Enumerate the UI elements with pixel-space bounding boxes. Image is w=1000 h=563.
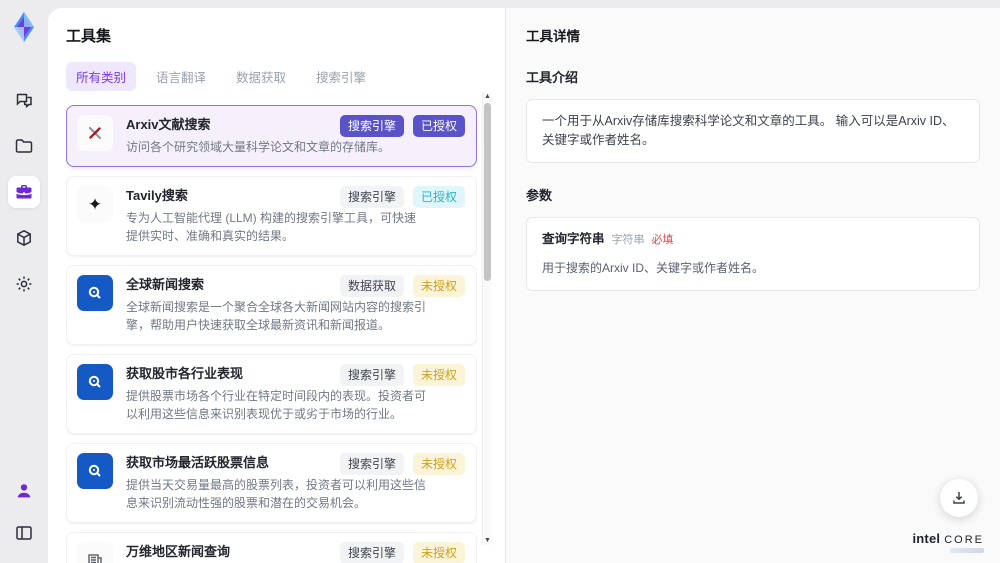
chat-icon [16, 93, 32, 109]
left-sidebar [0, 0, 48, 563]
category-tab[interactable]: 所有类别 [66, 62, 137, 91]
scroll-down-arrow[interactable]: ▼ [483, 536, 492, 545]
sidebar-nav [8, 84, 40, 300]
auth-status-badge: 已授权 [412, 115, 465, 137]
list-scrollbar[interactable]: ▲ ▼ [482, 92, 491, 545]
briefcase-icon [16, 185, 32, 199]
param-header: 查询字符串 字符串 必填 [542, 230, 964, 250]
sidebar-item-settings[interactable] [8, 268, 40, 300]
main-panel: 工具集 所有类别 语言翻译 数据获取 搜索引擎 Arxiv文献搜索 访问各个研究… [48, 8, 1000, 563]
tavily-star-icon: ✦ [87, 194, 103, 214]
download-icon [953, 492, 965, 504]
param-type: 字符串 [611, 234, 645, 246]
news-search-icon [88, 464, 101, 477]
sidebar-item-tools[interactable] [8, 176, 40, 208]
sidebar-item-panel-toggle[interactable] [8, 517, 40, 549]
tool-description: 提供当天交易量最高的股票列表，投资者可以利用这些信息来识别流动性强的股票和潜在的… [126, 478, 427, 510]
auth-status-badge: 未授权 [412, 275, 465, 297]
sidebar-item-user[interactable] [8, 475, 40, 507]
news-search-icon [88, 375, 101, 388]
tool-icon [77, 453, 113, 489]
tool-icon [77, 275, 113, 311]
tool-description: 提供股票市场各个行业在特定时间段内的表现。投资者可以利用这些信息来识别表现优于或… [126, 389, 427, 421]
page-title: 工具集 [66, 28, 112, 45]
intel-logo-sub-badge [950, 548, 984, 553]
gem-logo-icon [14, 12, 34, 42]
sidebar-item-chat[interactable] [8, 84, 40, 116]
intro-card: 一个用于从Arxiv存储库搜索科学论文和文章的工具。 输入可以是Arxiv ID… [526, 99, 980, 163]
category-badge: 搜索引擎 [339, 115, 404, 137]
detail-title: 工具详情 [526, 29, 580, 44]
params-heading: 参数 [526, 188, 553, 203]
arxiv-icon [89, 127, 101, 139]
intel-wordmark: intel [912, 531, 941, 546]
category-badge: 搜索引擎 [339, 542, 404, 563]
panel-toggle-icon [16, 526, 32, 540]
auth-status-badge: 未授权 [412, 453, 465, 475]
cube-icon [17, 229, 31, 247]
category-badge: 搜索引擎 [339, 453, 404, 475]
intro-heading: 工具介绍 [526, 70, 579, 85]
newspaper-icon [88, 554, 102, 563]
tool-badges: 搜索引擎 未授权 [339, 453, 465, 475]
category-badge: 搜索引擎 [339, 186, 404, 208]
tool-badges: 数据获取 未授权 [339, 275, 465, 297]
tool-icon: ✦ [77, 186, 113, 222]
category-tab[interactable]: 数据获取 [226, 62, 296, 91]
category-tab[interactable]: 搜索引擎 [306, 62, 376, 91]
user-icon [17, 484, 31, 498]
tool-card[interactable]: 获取股市各行业表现 提供股票市场各个行业在特定时间段内的表现。投资者可以利用这些… [66, 354, 477, 434]
scroll-up-arrow[interactable]: ▲ [483, 92, 492, 101]
param-name: 查询字符串 [542, 232, 605, 246]
download-button[interactable] [940, 479, 978, 517]
category-tabs: 所有类别 语言翻译 数据获取 搜索引擎 [66, 62, 477, 91]
tool-card[interactable]: ✦ Tavily搜索 专为人工智能代理 (LLM) 构建的搜索引擎工具，可快速提… [66, 176, 477, 256]
tool-description: 全球新闻搜索是一个聚合全球各大新闻网站内容的搜索引擎，帮助用户快速获取全球最新资… [126, 300, 427, 332]
tool-description: 访问各个研究领域大量科学论文和文章的存储库。 [126, 140, 391, 154]
tool-card[interactable]: Arxiv文献搜索 访问各个研究领域大量科学论文和文章的存储库。 搜索引擎 已授… [66, 105, 477, 167]
core-wordmark: CORE [944, 534, 984, 546]
scrollbar-thumb[interactable] [484, 103, 491, 281]
auth-status-badge: 未授权 [412, 364, 465, 386]
tool-badges: 搜索引擎 已授权 [339, 186, 465, 208]
param-desc: 用于搜索的Arxiv ID、关键字或作者姓名。 [542, 261, 765, 275]
auth-status-badge: 未授权 [412, 542, 465, 563]
sidebar-item-models[interactable] [8, 222, 40, 254]
sidebar-bottom [8, 475, 40, 549]
tool-list-panel: 工具集 所有类别 语言翻译 数据获取 搜索引擎 Arxiv文献搜索 访问各个研究… [48, 8, 505, 563]
intel-core-logo: intel CORE [912, 531, 984, 553]
tool-icon [77, 115, 113, 151]
sidebar-item-files[interactable] [8, 130, 40, 162]
tool-card[interactable]: 万维地区新闻查询 查询具体行政区划内的新闻，快速了解各地新闻动 搜索引擎 未授权 [66, 532, 477, 563]
tool-icon [77, 542, 113, 563]
param-card: 查询字符串 字符串 必填 用于搜索的Arxiv ID、关键字或作者姓名。 [526, 217, 980, 291]
intro-text: 一个用于从Arxiv存储库搜索科学论文和文章的工具。 输入可以是Arxiv ID… [542, 114, 955, 147]
gear-icon [16, 276, 32, 292]
param-required-badge: 必填 [651, 234, 674, 246]
news-search-icon [88, 286, 101, 299]
category-tab[interactable]: 语言翻译 [146, 62, 216, 91]
tool-list: Arxiv文献搜索 访问各个研究领域大量科学论文和文章的存储库。 搜索引擎 已授… [66, 105, 477, 563]
category-badge: 搜索引擎 [339, 364, 404, 386]
tool-detail-panel: 工具详情 工具介绍 一个用于从Arxiv存储库搜索科学论文和文章的工具。 输入可… [505, 8, 1000, 563]
tool-badges: 搜索引擎 未授权 [339, 364, 465, 386]
tool-description: 专为人工智能代理 (LLM) 构建的搜索引擎工具，可快速提供实时、准确和真实的结… [126, 211, 417, 243]
category-badge: 数据获取 [339, 275, 404, 297]
tool-card[interactable]: 全球新闻搜索 全球新闻搜索是一个聚合全球各大新闻网站内容的搜索引擎，帮助用户快速… [66, 265, 477, 345]
folder-icon [15, 139, 33, 153]
tool-card[interactable]: 获取市场最活跃股票信息 提供当天交易量最高的股票列表，投资者可以利用这些信息来识… [66, 443, 477, 523]
tool-badges: 搜索引擎 已授权 [339, 115, 465, 137]
app-logo[interactable] [7, 10, 41, 44]
tool-badges: 搜索引擎 未授权 [339, 542, 465, 563]
auth-status-badge: 已授权 [412, 186, 465, 208]
tool-icon [77, 364, 113, 400]
